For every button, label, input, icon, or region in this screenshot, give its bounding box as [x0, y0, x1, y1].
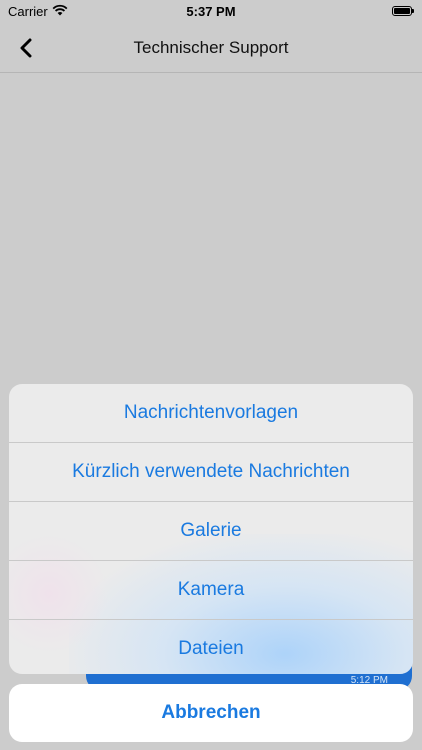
clock: 5:37 PM [186, 4, 236, 19]
page-title: Technischer Support [133, 38, 289, 57]
action-recent-messages[interactable]: Kürzlich verwendete Nachrichten [9, 443, 413, 502]
battery-icon [392, 6, 414, 16]
cancel-button[interactable]: Abbrechen [9, 684, 413, 742]
chevron-left-icon [20, 38, 32, 58]
action-gallery[interactable]: Galerie [9, 502, 413, 561]
status-bar: Carrier 5:37 PM [0, 0, 422, 24]
action-camera[interactable]: Kamera [9, 561, 413, 620]
navigation-bar: Technischer Support [0, 24, 422, 73]
back-button[interactable] [10, 32, 42, 64]
action-files[interactable]: Dateien [9, 620, 413, 674]
action-message-templates[interactable]: Nachrichtenvorlagen [9, 384, 413, 443]
action-sheet: Nachrichtenvorlagen Kürzlich verwendete … [9, 384, 413, 674]
